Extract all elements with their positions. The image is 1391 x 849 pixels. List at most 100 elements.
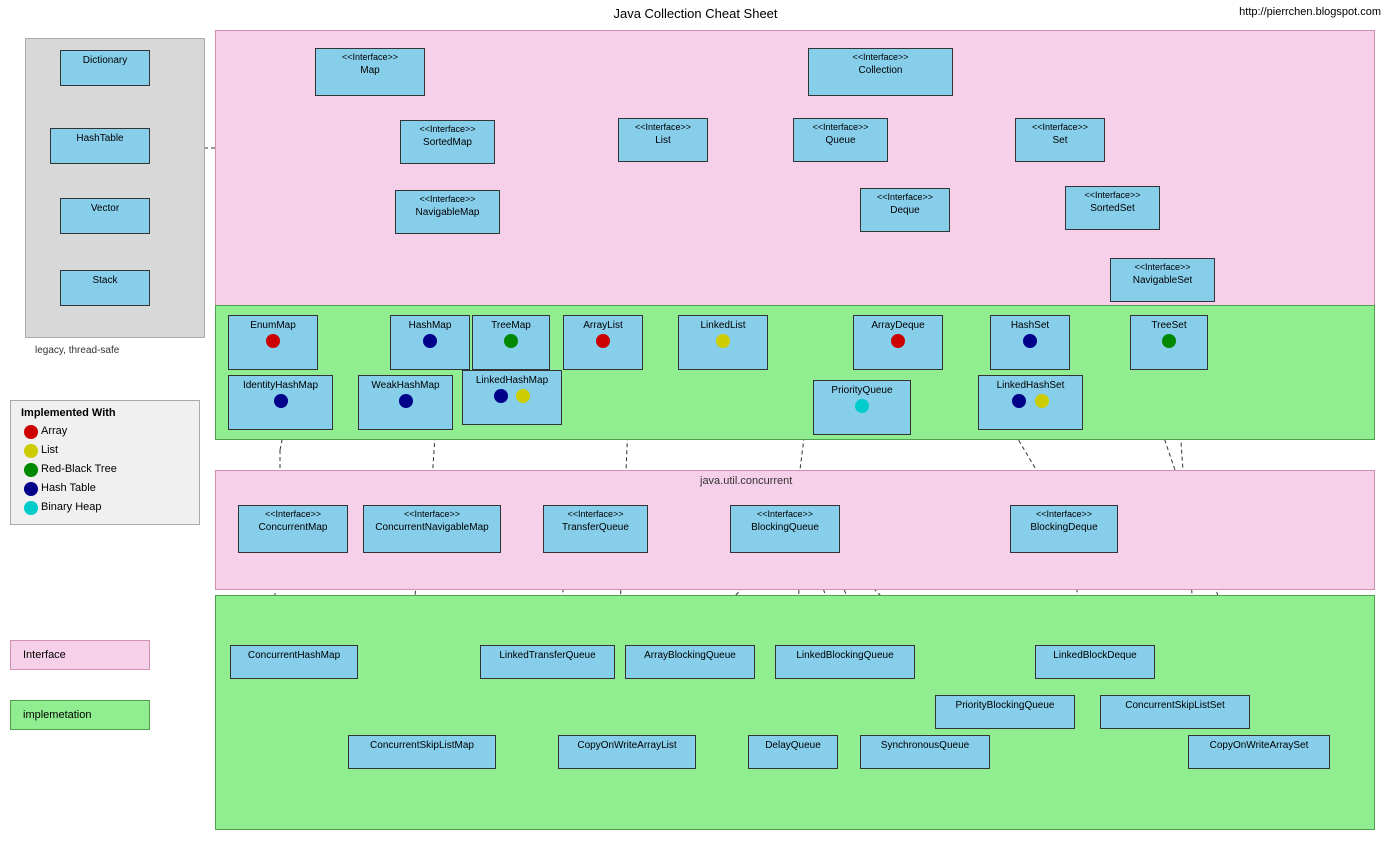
identityhashmap-dot <box>274 394 288 408</box>
legend-list-label: List <box>41 444 58 456</box>
arraylist-dot <box>596 334 610 348</box>
legend-blue-dot <box>24 482 38 496</box>
legend-implemented-with: Implemented With Array List Red-Black Tr… <box>10 400 200 525</box>
copyonwritearrayset-box: CopyOnWriteArraySet <box>1188 735 1330 769</box>
copyonwritearraylist-box: CopyOnWriteArrayList <box>558 735 696 769</box>
legend-rbt: Red-Black Tree <box>21 461 189 477</box>
arraylist-label: ArrayList <box>583 320 622 331</box>
enummap-dot <box>266 334 280 348</box>
linkedblockdeque-box: LinkedBlockDeque <box>1035 645 1155 679</box>
arrayblockingqueue-label: ArrayBlockingQueue <box>644 650 736 661</box>
hashtable-box: HashTable <box>50 128 150 164</box>
vector-label: Vector <box>91 203 119 214</box>
treemap-box: TreeMap <box>472 315 550 370</box>
deque-label: Deque <box>890 205 919 216</box>
delayqueue-label: DelayQueue <box>765 740 821 751</box>
legend-hash: Hash Table <box>21 480 189 496</box>
treeset-dot <box>1162 334 1176 348</box>
arrayblockingqueue-box: ArrayBlockingQueue <box>625 645 755 679</box>
legend-impl-label: implemetation <box>23 709 91 721</box>
arraydeque-dot <box>891 334 905 348</box>
cnavmap-label: ConcurrentNavigableMap <box>375 522 488 533</box>
dictionary-label: Dictionary <box>83 55 127 66</box>
linkedhashmap-dot2 <box>516 389 530 403</box>
set-box: <<Interface>> Set <box>1015 118 1105 162</box>
navigablemap-stereotype: <<Interface>> <box>401 194 494 206</box>
legend-impl-box: implemetation <box>10 700 150 730</box>
legend-array: Array <box>21 423 189 439</box>
linkedtransferqueue-label: LinkedTransferQueue <box>499 650 595 661</box>
sortedmap-box: <<Interface>> SortedMap <box>400 120 495 164</box>
identityhashmap-label: IdentityHashMap <box>243 380 318 391</box>
hashmap-label: HashMap <box>409 320 452 331</box>
hashmap-box: HashMap <box>390 315 470 370</box>
treemap-label: TreeMap <box>491 320 531 331</box>
navigablemap-box: <<Interface>> NavigableMap <box>395 190 500 234</box>
blockingqueue-label: BlockingQueue <box>751 522 819 533</box>
linkedlist-dot <box>716 334 730 348</box>
linkedhashset-dot2 <box>1035 394 1049 408</box>
legend-heap: Binary Heap <box>21 499 189 515</box>
synchronousqueue-label: SynchronousQueue <box>881 740 969 751</box>
concurrentnavigablemap-box: <<Interface>> ConcurrentNavigableMap <box>363 505 501 553</box>
legend-hash-label: Hash Table <box>41 482 96 494</box>
sortedmap-label: SortedMap <box>423 137 472 148</box>
transferqueue-label: TransferQueue <box>562 522 629 533</box>
blockingdeque-stereotype: <<Interface>> <box>1016 509 1112 521</box>
linkedhashset-dot1 <box>1012 394 1026 408</box>
copyonwritearrayset-label: CopyOnWriteArraySet <box>1210 740 1309 751</box>
blockingdeque-box: <<Interface>> BlockingDeque <box>1010 505 1118 553</box>
concurrentmap-box: <<Interface>> ConcurrentMap <box>238 505 348 553</box>
concurrentskiplistmap-box: ConcurrentSkipListMap <box>348 735 496 769</box>
blockingqueue-box: <<Interface>> BlockingQueue <box>730 505 840 553</box>
concurrentskiplistmap-label: ConcurrentSkipListMap <box>370 740 474 751</box>
enummap-label: EnumMap <box>250 320 296 331</box>
linkedblockingqueue-box: LinkedBlockingQueue <box>775 645 915 679</box>
navigableset-box: <<Interface>> NavigableSet <box>1110 258 1215 302</box>
blockingdeque-label: BlockingDeque <box>1030 522 1097 533</box>
concurrentmap-stereotype: <<Interface>> <box>244 509 342 521</box>
concurrent-label: java.util.concurrent <box>700 475 792 487</box>
concurrentskiplistset-label: ConcurrentSkipListSet <box>1125 700 1225 711</box>
priorityqueue-label: PriorityQueue <box>831 385 892 396</box>
treeset-label: TreeSet <box>1151 320 1186 331</box>
collection-stereotype: <<Interface>> <box>814 52 947 64</box>
treemap-dot <box>504 334 518 348</box>
weakhashmap-dot <box>399 394 413 408</box>
linkedtransferqueue-box: LinkedTransferQueue <box>480 645 615 679</box>
legend-array-label: Array <box>41 425 67 437</box>
enummap-box: EnumMap <box>228 315 318 370</box>
copyonwritearraylist-label: CopyOnWriteArrayList <box>577 740 676 751</box>
legend-red-dot <box>24 425 38 439</box>
legend-rbt-label: Red-Black Tree <box>41 463 117 475</box>
linkedlist-label: LinkedList <box>700 320 745 331</box>
cnavmap-stereotype: <<Interface>> <box>369 509 495 521</box>
vector-box: Vector <box>60 198 150 234</box>
weakhashmap-label: WeakHashMap <box>371 380 439 391</box>
queue-label: Queue <box>825 135 855 146</box>
queue-box: <<Interface>> Queue <box>793 118 888 162</box>
stack-label: Stack <box>92 275 117 286</box>
sortedset-stereotype: <<Interface>> <box>1071 190 1154 202</box>
collection-box: <<Interface>> Collection <box>808 48 953 96</box>
map-label: Map <box>360 65 379 76</box>
priorityqueue-dot <box>855 399 869 413</box>
identityhashmap-box: IdentityHashMap <box>228 375 333 430</box>
legacy-label: legacy, thread-safe <box>35 345 119 356</box>
set-label: Set <box>1052 135 1067 146</box>
map-stereotype: <<Interface>> <box>321 52 419 64</box>
deque-box: <<Interface>> Deque <box>860 188 950 232</box>
linkedblockdeque-label: LinkedBlockDeque <box>1053 650 1136 661</box>
linkedhashmap-dot1 <box>494 389 508 403</box>
hashset-label: HashSet <box>1011 320 1049 331</box>
priorityblockingqueue-label: PriorityBlockingQueue <box>956 700 1055 711</box>
sortedset-label: SortedSet <box>1090 203 1134 214</box>
linkedhashset-box: LinkedHashSet <box>978 375 1083 430</box>
navigablemap-label: NavigableMap <box>416 207 480 218</box>
sortedset-box: <<Interface>> SortedSet <box>1065 186 1160 230</box>
concurrentskiplistset-box: ConcurrentSkipListSet <box>1100 695 1250 729</box>
linkedblockingqueue-label: LinkedBlockingQueue <box>796 650 893 661</box>
concurrenthashmap-box: ConcurrentHashMap <box>230 645 358 679</box>
legend-yellow-dot <box>24 444 38 458</box>
blockingqueue-stereotype: <<Interface>> <box>736 509 834 521</box>
